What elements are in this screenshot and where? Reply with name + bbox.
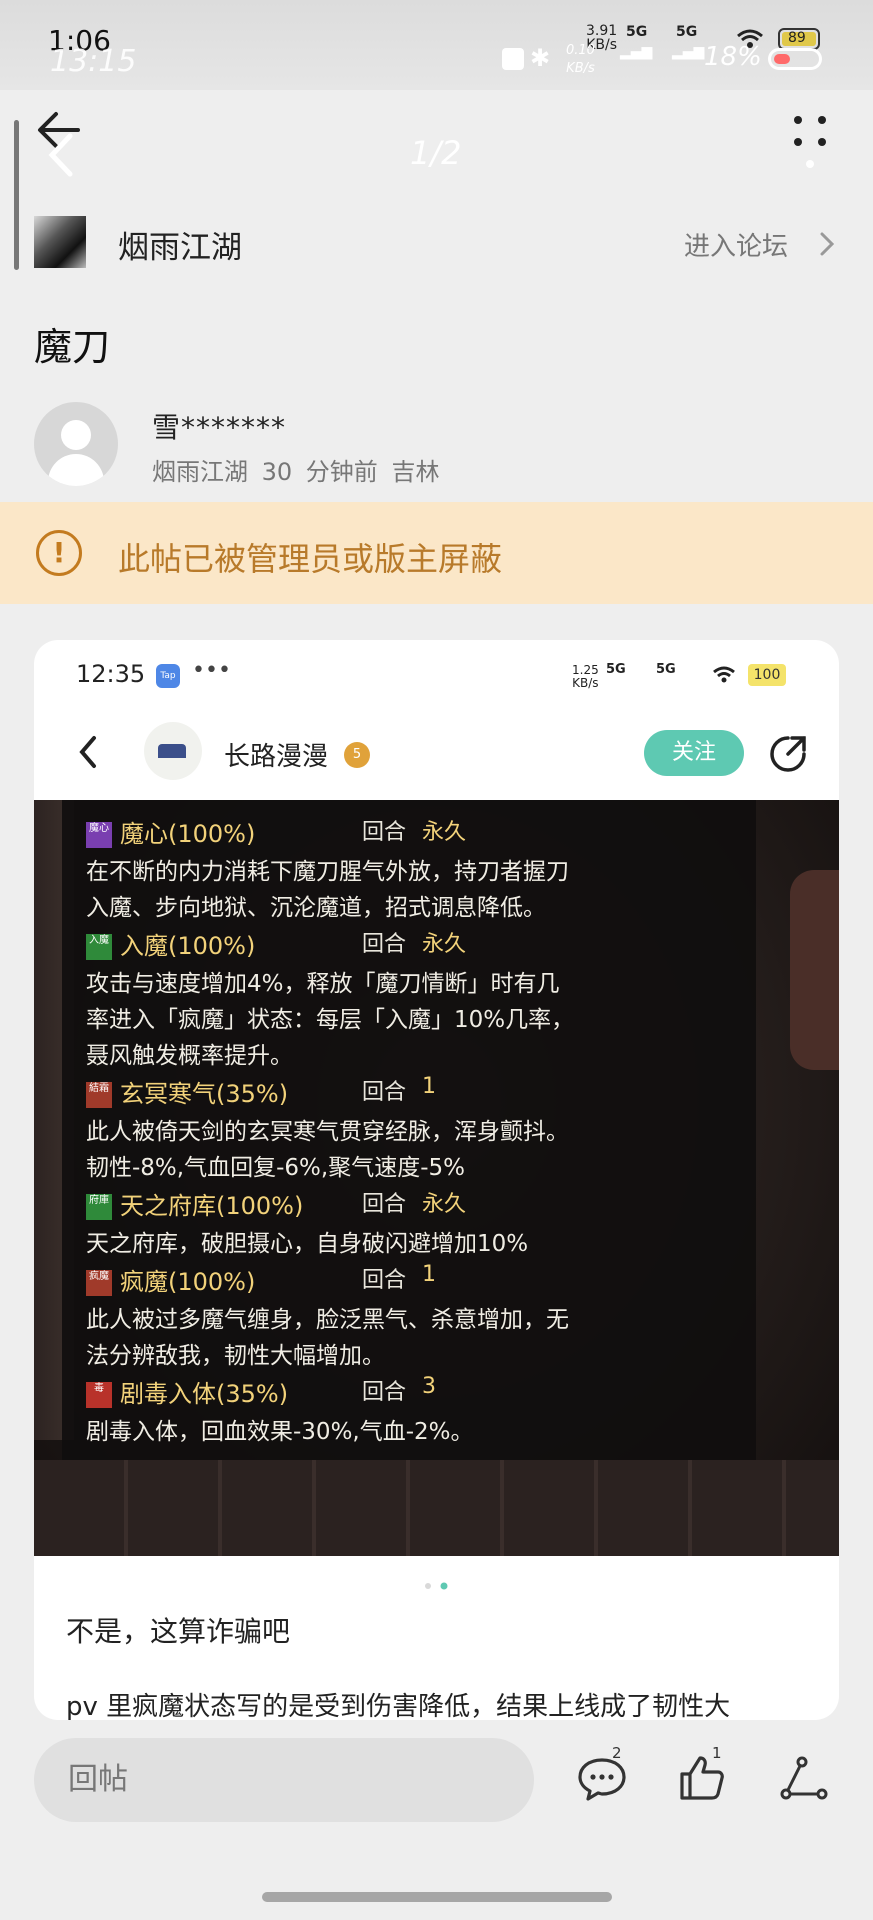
inner-follow-button: 关注 (644, 730, 744, 776)
buff-description-line: 此人被倚天剑的玄冥寒气贯穿经脉，浑身颤抖。 (86, 1119, 569, 1145)
buff-duration: 永久 (422, 820, 467, 845)
blocked-notice-text: 此帖已被管理员或版主屏蔽 (118, 540, 503, 578)
inner-signal-2: 5G (656, 662, 676, 677)
buff-name: 天之府库(100%) (120, 1192, 304, 1220)
buff-turn-label: 回合 (362, 1380, 407, 1405)
author-name[interactable]: 雪******* (152, 406, 286, 446)
buff-header: 毒剧毒入体(35%) 回合 3 (86, 1374, 436, 1409)
buff-description-line: 率进入「疯魔」状态：每层「入魔」10%几率， (86, 1007, 575, 1033)
buff-icon: 府庫 (86, 1194, 112, 1220)
buff-duration: 永久 (422, 932, 467, 957)
author-meta: 烟雨江湖 30 分钟前 吉林 (152, 458, 440, 486)
inner-user-avatar (144, 722, 202, 780)
inner-status-time: 12:35 (76, 660, 146, 688)
carousel-dots[interactable] (424, 1582, 450, 1590)
forum-avatar[interactable] (34, 216, 86, 268)
post-title: 魔刀 (34, 325, 111, 369)
reply-input[interactable]: 回帖 (34, 1738, 534, 1822)
game-floor (34, 1460, 839, 1556)
bluetooth-icon: ✱ (530, 44, 551, 72)
battery-ghost-percent: 18% (704, 42, 762, 72)
buff-description-line: 聂风触发概率提升。 (86, 1043, 293, 1069)
inner-signal-1: 5G (606, 662, 626, 677)
buff-name: 剧毒入体(35%) (120, 1380, 289, 1408)
game-right-decor (790, 870, 839, 1070)
buff-turn-label: 回合 (362, 1192, 407, 1217)
inner-battery: 100 (748, 664, 786, 686)
buff-name: 入魔(100%) (120, 932, 256, 960)
scroll-indicator (14, 120, 19, 270)
buff-icon: 疯魔 (86, 1270, 112, 1296)
status-time-ghost: 13:15 (50, 44, 137, 79)
home-indicator[interactable] (262, 1892, 612, 1902)
buff-header: 入魔 入魔(100%) 回合 永久 (86, 926, 466, 961)
inner-more-dots-icon: ••• (192, 658, 231, 683)
signal-ghost-1: ▂▄▆ (620, 44, 653, 60)
page-indicator: 1/2 (410, 134, 462, 172)
buff-description-line: 在不断的内力消耗下魔刀腥气外放，持刀者握刀 (86, 859, 569, 885)
buff-icon: 結霜 (86, 1082, 112, 1108)
inner-username: 长路漫漫 (224, 742, 329, 772)
buff-header: 結霜 玄冥寒气(35%) 回合 1 (86, 1074, 436, 1109)
buff-turn-label: 回合 (362, 1268, 407, 1293)
inner-wifi-icon (713, 666, 735, 683)
buff-description-line: 天之府库，破胆摄心，自身破闪避增加10% (86, 1231, 529, 1257)
signal-label-2: 5G (676, 24, 698, 40)
buff-description-line: 剧毒入体，回血效果-30%,气血-2%。 (86, 1419, 474, 1445)
buff-header: 府庫 天之府库(100%) 回合 永久 (86, 1186, 466, 1221)
post-body-line: 不是，这算诈骗吧 (66, 1615, 291, 1648)
avatar[interactable] (34, 402, 118, 486)
inner-share-icon (770, 736, 806, 772)
buff-turn-label: 回合 (362, 820, 407, 845)
chevron-right-icon[interactable] (818, 230, 836, 258)
buff-description-line: 入魔、步向地狱、沉沦魔道，招式调息降低。 (86, 895, 546, 921)
buff-turn-label: 回合 (362, 932, 407, 957)
edit-icon (502, 48, 524, 70)
post-body-line: pv 里疯魔状态写的是受到伤害降低，结果上线成了韧性大 (66, 1692, 731, 1722)
inner-network-speed: 1.25 KB/s (572, 663, 599, 690)
buff-duration: 1 (422, 1074, 436, 1099)
inner-app-icon: Tap (156, 664, 180, 688)
buff-duration: 3 (422, 1374, 436, 1399)
buff-name: 魔心(100%) (120, 820, 256, 848)
buff-header: 魔心 魔心(100%) 回合 永久 (86, 814, 466, 849)
buff-name: 玄冥寒气(35%) (120, 1080, 289, 1108)
buff-duration: 永久 (422, 1192, 467, 1217)
back-ghost-icon (48, 133, 73, 177)
alert-circle-icon: ! (36, 530, 82, 576)
battery-level: 89 (788, 30, 806, 46)
buff-icon: 入魔 (86, 934, 112, 960)
inner-back-icon (79, 736, 96, 768)
like-count: 1 (712, 1744, 722, 1762)
signal-label-1: 5G (626, 24, 648, 40)
comment-count: 2 (612, 1744, 622, 1762)
buff-name: 疯魔(100%) (120, 1268, 256, 1296)
buff-duration: 1 (422, 1262, 436, 1287)
enter-forum-link[interactable]: 进入论坛 (684, 226, 788, 263)
forum-name[interactable]: 烟雨江湖 (118, 222, 242, 267)
buff-icon: 毒 (86, 1382, 112, 1408)
buff-turn-label: 回合 (362, 1080, 407, 1105)
buff-header: 疯魔 疯魔(100%) 回合 1 (86, 1262, 436, 1297)
battery-ghost-icon (768, 48, 822, 70)
buff-icon: 魔心 (86, 822, 112, 848)
buff-description-line: 韧性-8%,气血回复-6%,聚气速度-5% (86, 1155, 465, 1181)
share-icon[interactable] (778, 1752, 830, 1804)
more-dots-icon[interactable] (790, 112, 830, 172)
buff-description-line: 攻击与速度增加4%，释放「魔刀情断」时有几 (86, 971, 560, 997)
signal-ghost-2: ▂▄▆ (672, 44, 705, 60)
inner-level-badge: 5 (344, 742, 370, 768)
buff-description-line: 法分辨敌我，韧性大幅增加。 (86, 1343, 385, 1369)
network-speed-ghost: 0.10 KB/s (566, 43, 595, 76)
buff-description-line: 此人被过多魔气缠身，脸泛黑气、杀意增加，无 (86, 1307, 569, 1333)
